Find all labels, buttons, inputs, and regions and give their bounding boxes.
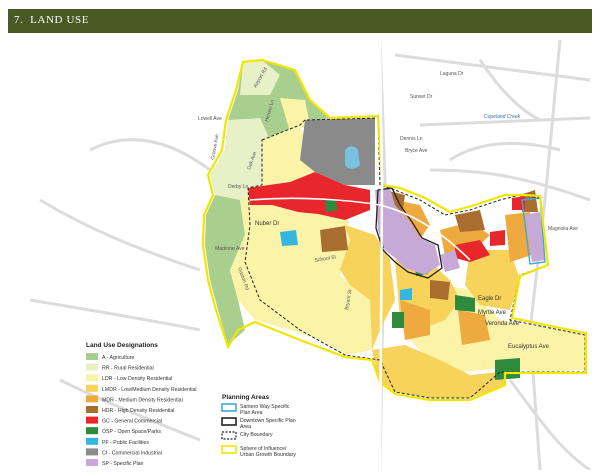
- legend-swatch-lmdr: [86, 384, 98, 392]
- section-title: 7. LAND USE: [14, 14, 90, 26]
- legend-title: Land Use Designations: [86, 342, 158, 349]
- legend-label-sp: SP - Specific Plan: [102, 461, 144, 467]
- creek-label: Copeland Creek: [484, 114, 521, 120]
- legend-label-lmdr: LMDR - Low/Medium Density Residential: [102, 387, 197, 393]
- land-use-legend: Land Use Designations A - Agriculture RR …: [86, 342, 197, 467]
- legend-swatch-pf: [86, 437, 98, 445]
- legend-label-gc: GC - General Commercial: [102, 419, 162, 425]
- legend-swatch-ldr: [86, 374, 98, 382]
- planning-legend-title: Planning Areas: [222, 394, 269, 401]
- section-header-bar: [8, 9, 592, 33]
- legend-swatch-a: [86, 353, 98, 360]
- street-label-laguna-dr: Laguna Dr: [440, 71, 464, 77]
- street-label-myrtle-ave: Myrtle Ave: [478, 310, 507, 316]
- legend-swatch-gc: [86, 416, 98, 424]
- legend-label-hdr: HDR - High Density Residential: [102, 408, 174, 414]
- street-label-dennis-ln: Dennis Ln: [400, 136, 423, 142]
- planning-label-0-line2: Plan Area: [240, 410, 263, 416]
- street-label-madrone-ave: Madrone Ave: [215, 246, 245, 252]
- legend-swatch-hdr: [86, 406, 98, 413]
- land-use-page: 7. LAND USE Airport Rd Hensel Ln Lowell …: [0, 0, 600, 476]
- legend-swatch-rr: [86, 363, 98, 371]
- planning-swatch-2: [221, 431, 237, 440]
- planning-label-1-line2: Area: [240, 424, 251, 430]
- legend-label-rr: RR - Rural Residential: [102, 366, 154, 372]
- legend-label-ldr: LDR - Low Density Residential: [102, 376, 172, 382]
- legend-label-osp: OSP - Open Space/Parks: [102, 429, 161, 435]
- legend-swatch-sp: [86, 459, 98, 466]
- legend-label-a: A - Agriculture: [102, 355, 134, 361]
- planning-swatch-0: [221, 403, 237, 412]
- legend-label-pf: PF - Public Facilities: [102, 440, 149, 446]
- street-label-lowell-ave: Lowell Ave: [198, 116, 222, 122]
- planning-swatch-1: [221, 417, 237, 426]
- legend-swatch-mdr: [86, 395, 98, 403]
- legend-swatch-osp: [86, 427, 98, 435]
- legend-label-ci: CI - Commercial Industrial: [102, 450, 162, 456]
- land-use-map: Airport Rd Hensel Ln Lowell Ave Groove A…: [29, 40, 591, 470]
- street-label-eagle-dr: Eagle Dr: [478, 296, 501, 302]
- legend-swatch-ci: [86, 448, 98, 456]
- legend-label-mdr: MDR - Medium Density Residential: [102, 397, 183, 403]
- planning-areas-legend: Planning Areas Santero Way SpecificPlan …: [221, 394, 296, 458]
- street-label-eucalyptus-ave: Eucalyptus Ave: [508, 344, 550, 350]
- highway-101: [378, 40, 384, 470]
- street-label-nuber-dr: Nuber Dr: [255, 221, 279, 227]
- planning-label-2: City Boundary: [240, 432, 273, 438]
- street-label-magnolia-ave: Magnolia Ave: [548, 226, 578, 232]
- street-label-derby-ln: Derby Ln: [228, 184, 249, 190]
- planning-swatch-3: [221, 445, 237, 454]
- street-label-veronda-ave: Veronda Ave: [485, 321, 520, 327]
- street-label-sunset-dr: Sunset Dr: [410, 94, 433, 100]
- planning-label-3-line2: Urban Growth Boundary: [240, 452, 296, 458]
- street-label-bryce-ave: Bryce Ave: [405, 148, 428, 154]
